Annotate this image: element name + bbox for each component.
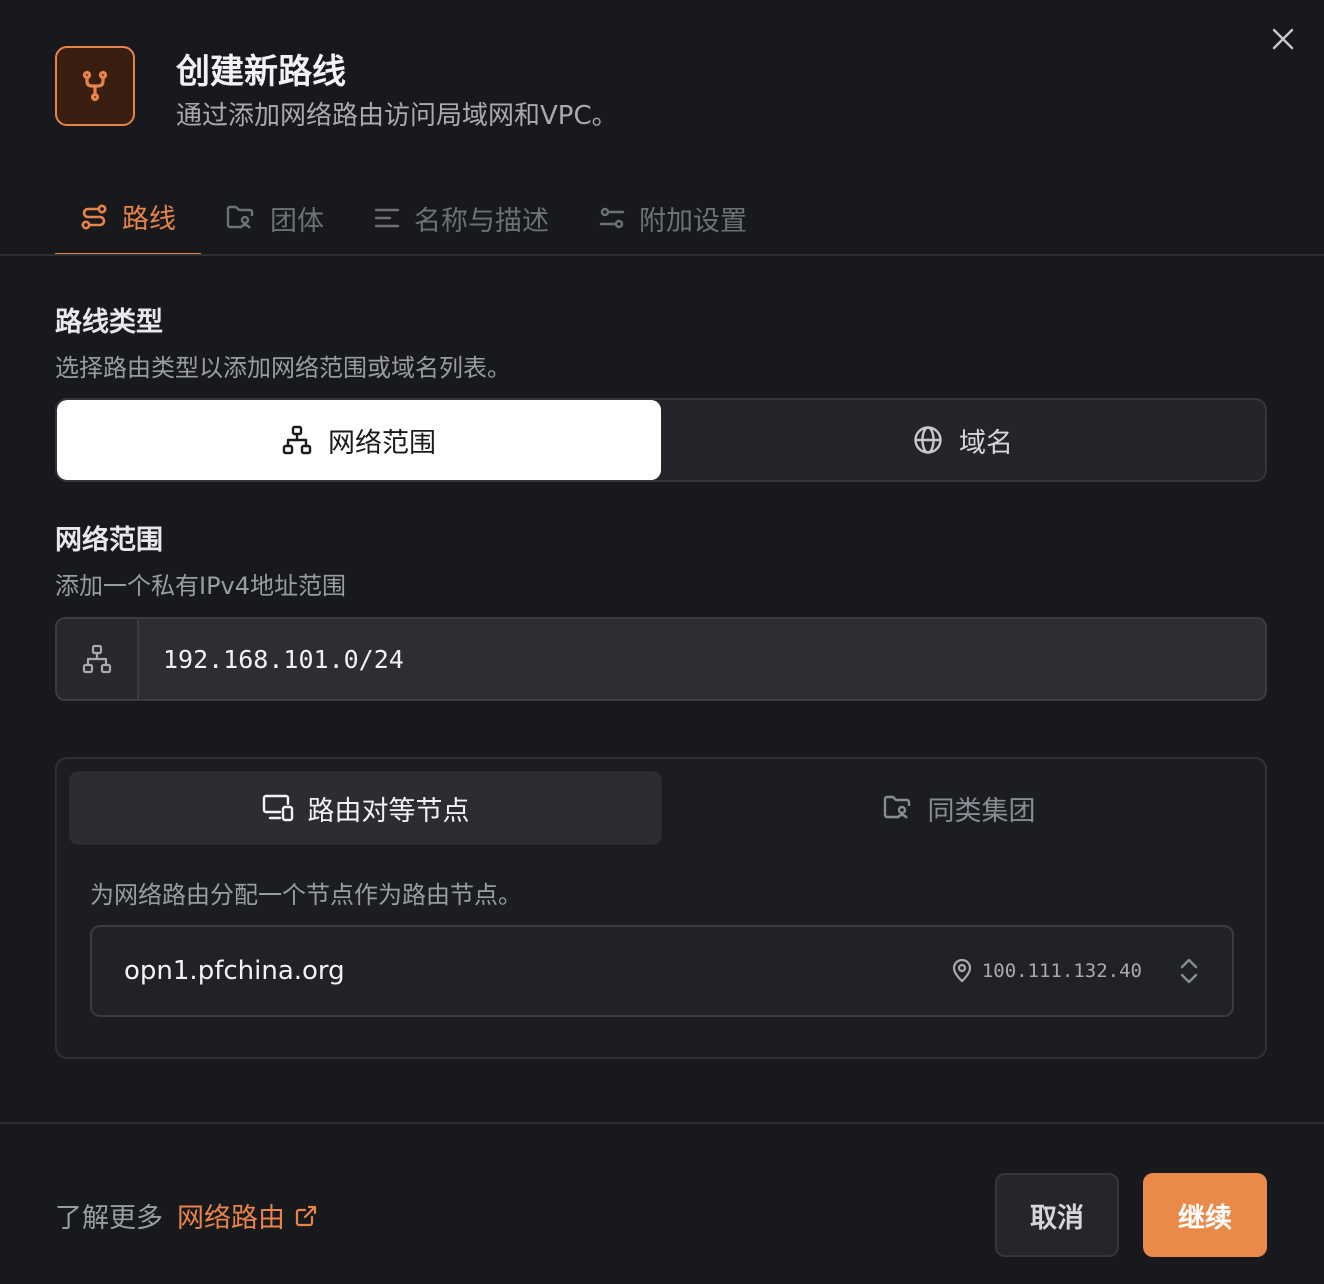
route-type-selector: 网络范围 域名: [55, 398, 1267, 482]
network-range-input[interactable]: [139, 619, 1265, 699]
peer-ip-value: 100.111.132.40: [981, 960, 1142, 982]
step-tabs: 路线 团体 名称与描述 附加设置: [55, 180, 772, 256]
close-icon: [1272, 28, 1294, 50]
tab-peer-group[interactable]: 同类集团: [662, 771, 1255, 845]
chevrons-up-down-icon: [1180, 958, 1198, 984]
peer-ip: 100.111.132.40: [952, 959, 1142, 983]
route-type-domain-label: 域名: [959, 427, 1013, 459]
create-route-dialog: 创建新路线 通过添加网络路由访问局域网和VPC。 路线 团体 名称与描述 附加设…: [0, 0, 1324, 1284]
peer-select[interactable]: opn1.pfchina.org 100.111.132.40: [90, 925, 1234, 1017]
settings-sliders-icon: [599, 207, 625, 229]
dialog-title: 创建新路线: [176, 52, 346, 92]
tab-routing-peer[interactable]: 路由对等节点: [69, 771, 662, 845]
network-range-title: 网络范围: [55, 525, 163, 556]
learn-more-link[interactable]: 网络路由: [177, 1196, 317, 1235]
learn-more-text: 了解更多: [55, 1203, 163, 1234]
git-fork-icon: [55, 46, 135, 126]
devices-icon: [262, 794, 293, 822]
close-button[interactable]: [1266, 22, 1300, 56]
route-type-network-range[interactable]: 网络范围: [57, 400, 661, 480]
network-range-description: 添加一个私有IPv4地址范围: [55, 572, 347, 600]
route-type-title: 路线类型: [55, 307, 163, 338]
tab-routing-peer-label: 路由对等节点: [307, 795, 470, 827]
text-align-icon: [374, 208, 400, 228]
routing-description: 为网络路由分配一个节点作为路由节点。: [90, 881, 522, 909]
peer-name: opn1.pfchina.org: [124, 956, 345, 986]
route-type-domain[interactable]: 域名: [661, 400, 1265, 480]
external-link-icon: [295, 1205, 317, 1226]
route-icon: [81, 203, 107, 229]
learn-more-link-label: 网络路由: [177, 1203, 285, 1234]
tab-additional-settings[interactable]: 附加设置: [574, 180, 772, 256]
cancel-button[interactable]: 取消: [995, 1173, 1119, 1257]
globe-icon: [914, 426, 942, 454]
routing-panel: 路由对等节点 同类集团 为网络路由分配一个节点作为路由节点。 opn1.pfch…: [55, 757, 1267, 1059]
tab-name-description[interactable]: 名称与描述: [349, 180, 574, 256]
tab-route[interactable]: 路线: [55, 180, 201, 256]
tab-peer-group-label: 同类集团: [927, 795, 1036, 827]
map-pin-icon: [952, 959, 971, 983]
folder-users-icon: [226, 205, 254, 229]
route-type-network-range-label: 网络范围: [328, 427, 436, 459]
continue-button[interactable]: 继续: [1143, 1173, 1267, 1257]
network-range-prefix: [57, 619, 139, 699]
tab-groups[interactable]: 团体: [201, 180, 349, 256]
dialog-subtitle: 通过添加网络路由访问局域网和VPC。: [176, 101, 618, 131]
tab-additional-settings-label: 附加设置: [639, 205, 747, 237]
network-range-field: [55, 617, 1267, 701]
footer-divider: [0, 1122, 1324, 1124]
learn-more: 了解更多 网络路由: [55, 1196, 317, 1235]
tab-name-description-label: 名称与描述: [414, 205, 549, 237]
route-type-description: 选择路由类型以添加网络范围或域名列表。: [55, 354, 511, 382]
tab-groups-label: 团体: [270, 205, 324, 237]
routing-tabs: 路由对等节点 同类集团: [69, 771, 1255, 845]
network-icon: [82, 644, 112, 674]
tabs-divider: [0, 254, 1324, 256]
folder-users-icon: [883, 795, 910, 819]
network-icon: [282, 425, 312, 455]
tab-route-label: 路线: [122, 204, 176, 235]
